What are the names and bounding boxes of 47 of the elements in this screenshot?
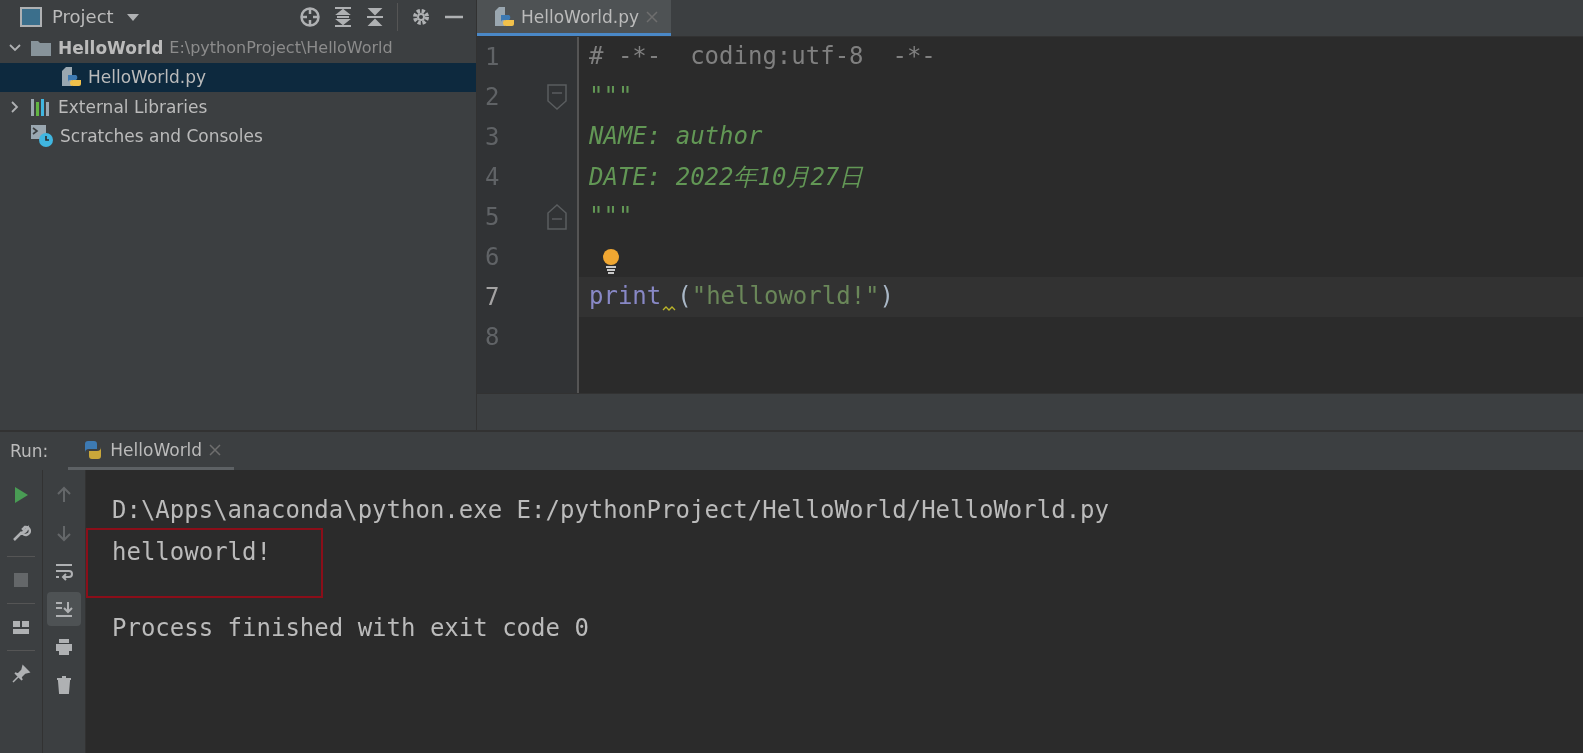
fold-marker-icon[interactable] [547,204,567,230]
crosshair-icon[interactable] [299,5,321,28]
library-icon [30,96,52,117]
lightbulb-icon[interactable] [601,248,621,274]
console-line: Process finished with exit code 0 [112,614,589,642]
tab-label: HelloWorld [110,439,203,460]
pin-icon [11,664,31,684]
tree-item-label: External Libraries [58,96,208,117]
tree-item-label: Scratches and Consoles [60,126,263,147]
print-icon [54,637,74,657]
code-line: NAME: author [589,122,764,152]
tree-item-label: HelloWorld.py [88,67,207,88]
console-line: D:\Apps\anaconda\python.exe E:/pythonProject/HelloWorld/HelloWorld.py [112,496,1109,524]
dropdown-caret-icon[interactable] [125,11,140,22]
code-line: """ [589,202,634,232]
line-number: 7 [484,283,501,311]
run-tab[interactable]: HelloWorld [68,432,235,470]
console-line: helloworld! [112,538,271,566]
scroll-end-icon [54,599,74,619]
code-line: """ [589,82,634,112]
expand-all-icon[interactable] [333,5,353,28]
wrap-icon [54,561,74,581]
python-file-icon [60,66,82,89]
code-line: DATE: 2022年10月27日 [589,162,865,193]
tree-item[interactable]: HelloWorld.py [0,62,476,92]
fold-marker-icon[interactable] [547,84,567,110]
panel-title[interactable]: Project [52,6,114,27]
tree-item[interactable]: HelloWorld E:\pythonProject\HelloWorld [0,33,476,63]
collapse-all-icon[interactable] [365,5,385,28]
tree-item[interactable]: External Libraries [0,92,476,122]
editor-tab[interactable]: HelloWorld.py [477,0,672,36]
tab-label: HelloWorld.py [521,6,640,27]
run-panel-title: Run: [10,441,49,461]
tree-item-label: HelloWorld [58,37,164,58]
project-path: E:\pythonProject\HelloWorld [169,38,393,58]
console-clock-icon [30,124,54,149]
code-line: print ("helloworld!") [589,282,894,312]
wrench-icon [11,523,31,543]
down-icon [54,523,74,543]
code-line: # -*- coding:utf-8 -*- [589,42,937,72]
python-file-icon [493,5,515,28]
trash-icon [54,675,74,695]
scroll-end-button[interactable] [47,592,81,626]
window-icon [20,6,42,27]
tree-item[interactable]: Scratches and Consoles [0,121,476,151]
stop-icon [11,570,31,590]
folder-icon [30,38,52,57]
